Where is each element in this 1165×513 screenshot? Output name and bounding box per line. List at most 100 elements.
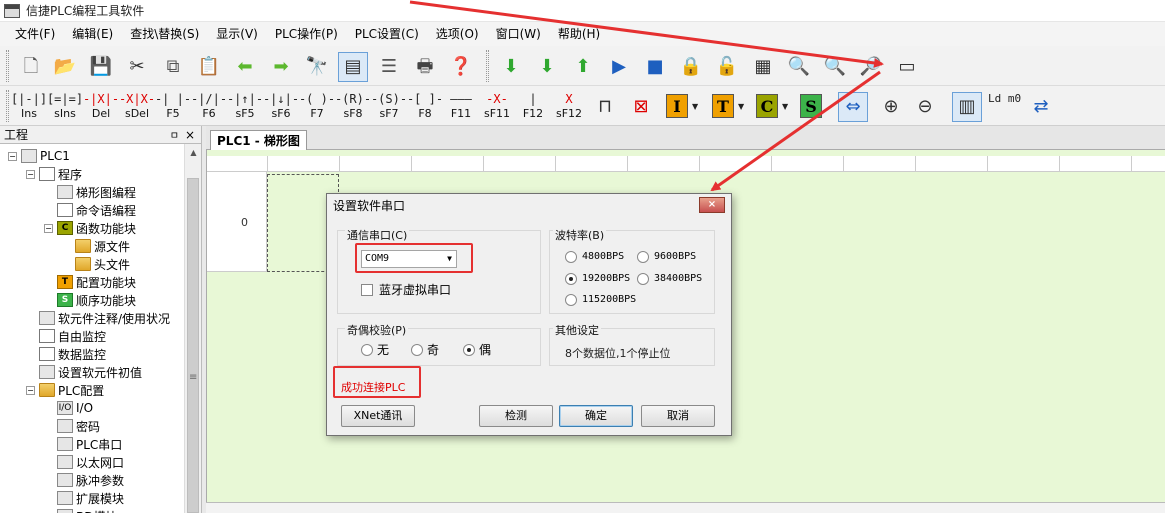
copy-icon[interactable]: ⧉ bbox=[158, 52, 188, 82]
tree-item-node[interactable]: S 顺序功能块 bbox=[44, 291, 136, 309]
tree-scrollbar[interactable]: ▲ ≡ bbox=[184, 144, 201, 513]
parity-none-radio[interactable] bbox=[361, 344, 373, 356]
tree-item-node[interactable]: 头文件 bbox=[62, 255, 130, 273]
toolbar-grip[interactable] bbox=[486, 50, 489, 82]
tree-item-node[interactable]: 密码 bbox=[44, 417, 100, 435]
no-contact-tool[interactable]: -| |- F5 bbox=[155, 90, 191, 124]
binoculars-icon[interactable]: 🔭 bbox=[302, 52, 332, 82]
unlock-icon[interactable]: 🔓 bbox=[712, 52, 742, 82]
delete-row-tool[interactable]: -|X|- Del bbox=[83, 90, 119, 124]
new-file-icon[interactable]: 🗋 bbox=[16, 52, 46, 82]
zoom-doc-icon[interactable]: 🔎 bbox=[856, 52, 886, 82]
fit-width-icon[interactable]: ⇔ bbox=[838, 92, 868, 122]
baud-38400-radio[interactable] bbox=[637, 273, 649, 285]
baud-115200-radio[interactable] bbox=[565, 294, 577, 306]
nc-contact-tool[interactable]: -|/|- F6 bbox=[191, 90, 227, 124]
search-doc-icon[interactable]: 🔍 bbox=[820, 52, 850, 82]
collapse-icon[interactable]: − bbox=[26, 169, 35, 179]
stop-icon[interactable]: ■ bbox=[640, 52, 670, 82]
delete-vline-tool[interactable]: X sF12 bbox=[552, 90, 586, 124]
tree-item-node[interactable]: 扩展模块 bbox=[44, 489, 124, 507]
collapse-icon[interactable]: − bbox=[8, 151, 17, 161]
delete-hline-tool[interactable]: -X-sF11 bbox=[480, 90, 514, 124]
bluetooth-checkbox[interactable] bbox=[361, 284, 373, 296]
timer-dropdown-icon[interactable]: ▼ bbox=[738, 102, 744, 111]
undo-arrow-icon[interactable]: ⬅ bbox=[230, 52, 260, 82]
monitor-icon[interactable]: ▦ bbox=[748, 52, 778, 82]
cut-icon[interactable]: ✂ bbox=[122, 52, 152, 82]
parity-odd-radio[interactable] bbox=[411, 344, 423, 356]
toolbar-grip[interactable] bbox=[6, 50, 9, 82]
parity-even-radio[interactable] bbox=[463, 344, 475, 356]
tree-item-node[interactable]: 设置软元件初值 bbox=[26, 363, 142, 381]
counter-dropdown-icon[interactable]: ▼ bbox=[782, 102, 788, 111]
help-icon[interactable]: ❓ bbox=[446, 52, 476, 82]
instruction-list-icon[interactable]: ☰ bbox=[374, 52, 404, 82]
instruction-tool[interactable]: -[ ]- F8 bbox=[407, 90, 443, 124]
tree-item-bd[interactable]: BD模块 bbox=[44, 507, 117, 513]
menu-file[interactable]: 文件(F) bbox=[8, 22, 65, 46]
baud-4800-radio[interactable] bbox=[565, 251, 577, 263]
panel-close-icon[interactable]: × bbox=[185, 128, 195, 142]
tree-item-node[interactable]: − C 函数功能块 bbox=[44, 219, 136, 237]
ok-button[interactable]: 确定 bbox=[559, 405, 633, 427]
tree-item-plc[interactable]: PLC串口 bbox=[44, 435, 122, 453]
ladder-grid-icon[interactable]: ▥ bbox=[952, 92, 982, 122]
zoom-in-icon[interactable]: ⊕ bbox=[876, 92, 906, 122]
zoom-out-icon[interactable]: ⊖ bbox=[910, 92, 940, 122]
insert-row-tool[interactable]: [|-|] Ins bbox=[11, 90, 47, 124]
input-dropdown-icon[interactable]: ▼ bbox=[692, 102, 698, 111]
run-icon[interactable]: ▶ bbox=[604, 52, 634, 82]
menu-options[interactable]: 选项(O) bbox=[429, 22, 489, 46]
ld-label[interactable]: Ld m0 bbox=[988, 90, 1021, 108]
tree-item-plc[interactable]: − PLC配置 bbox=[26, 381, 104, 399]
reset-coil-tool[interactable]: -(R)- sF8 bbox=[335, 90, 371, 124]
print-icon[interactable]: 🖶 bbox=[410, 52, 440, 82]
download-arrow-icon[interactable]: ⬇ bbox=[496, 52, 526, 82]
collapse-icon[interactable]: − bbox=[26, 385, 35, 395]
paste-icon[interactable]: 📋 bbox=[194, 52, 224, 82]
menu-edit[interactable]: 编辑(E) bbox=[65, 22, 123, 46]
tree-item-node[interactable]: 自由监控 bbox=[26, 327, 106, 345]
ladder-view-icon[interactable]: ▤ bbox=[338, 52, 368, 82]
tree-item-i-o[interactable]: I/O I/O bbox=[44, 399, 93, 417]
serial-port-icon[interactable]: ▭ bbox=[892, 52, 922, 82]
tab-ladder[interactable]: PLC1 - 梯形图 bbox=[210, 130, 307, 151]
counter-box-icon[interactable]: C bbox=[756, 94, 778, 118]
delete-branch-icon[interactable]: ⊠ bbox=[626, 92, 656, 122]
tree-item-node[interactable]: − 程序 bbox=[26, 165, 82, 183]
vline-tool[interactable]: | F12 bbox=[516, 90, 550, 124]
search-monitor-icon[interactable]: 🔍 bbox=[784, 52, 814, 82]
redo-arrow-icon[interactable]: ➡ bbox=[266, 52, 296, 82]
menu-find-replace[interactable]: 查找\替换(S) bbox=[123, 22, 209, 46]
tree-item-node[interactable]: T 配置功能块 bbox=[44, 273, 136, 291]
menu-help[interactable]: 帮助(H) bbox=[551, 22, 610, 46]
tree-item-plc1[interactable]: − PLC1 bbox=[8, 147, 70, 165]
tree-item-node[interactable]: 软元件注释/使用状况 bbox=[26, 309, 170, 327]
tree-item-node[interactable]: 以太网口 bbox=[44, 453, 124, 471]
toolbar-grip[interactable] bbox=[6, 90, 9, 122]
insert-block-tool[interactable]: [=|=] sIns bbox=[47, 90, 83, 124]
baud-9600-radio[interactable] bbox=[637, 251, 649, 263]
rising-edge-tool[interactable]: -|↑|- sF5 bbox=[227, 90, 263, 124]
delete-block-tool[interactable]: -X|X-sDel bbox=[119, 90, 155, 124]
hline-tool[interactable]: ——— F11 bbox=[444, 90, 478, 124]
pin-icon[interactable]: ㅁ bbox=[170, 127, 179, 142]
upload-arrow-icon[interactable]: ⬆ bbox=[568, 52, 598, 82]
menu-view[interactable]: 显示(V) bbox=[209, 22, 268, 46]
open-folder-icon[interactable]: 📂 bbox=[50, 52, 80, 82]
menu-plc-settings[interactable]: PLC设置(C) bbox=[348, 22, 429, 46]
lock-icon[interactable]: 🔒 bbox=[676, 52, 706, 82]
tree-item-node[interactable]: 源文件 bbox=[62, 237, 130, 255]
input-box-icon[interactable]: I bbox=[666, 94, 688, 118]
falling-edge-tool[interactable]: -|↓|- sF6 bbox=[263, 90, 299, 124]
scroll-up-icon[interactable]: ▲ bbox=[185, 144, 202, 161]
collapse-icon[interactable]: − bbox=[44, 223, 53, 233]
scrollbar-thumb[interactable] bbox=[187, 178, 199, 513]
step-box-icon[interactable]: S bbox=[800, 94, 822, 118]
convert-icon[interactable]: ⇄ bbox=[1026, 92, 1056, 122]
tree-item-node[interactable]: 数据监控 bbox=[26, 345, 106, 363]
coil-tool[interactable]: -( )- F7 bbox=[299, 90, 335, 124]
tree-item-node[interactable]: 命令语编程 bbox=[44, 201, 136, 219]
detect-button[interactable]: 检测 bbox=[479, 405, 553, 427]
